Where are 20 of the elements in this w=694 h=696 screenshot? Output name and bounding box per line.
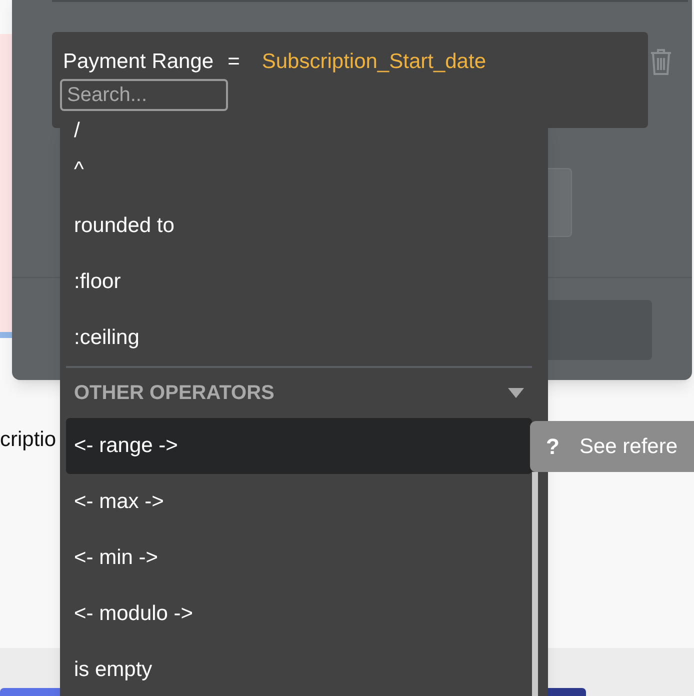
dropdown-item[interactable]: ^ xyxy=(66,142,532,198)
dropdown-item[interactable]: / xyxy=(66,120,532,142)
help-icon: ? xyxy=(546,430,560,463)
dropdown-item[interactable]: <- range -> xyxy=(66,418,532,474)
dropdown-item[interactable]: :floor xyxy=(66,254,532,310)
dropdown-item[interactable]: is empty xyxy=(66,642,532,696)
operator: = xyxy=(228,49,240,75)
caret-down-icon xyxy=(508,388,524,398)
dropdown-item[interactable]: <- max -> xyxy=(66,474,532,530)
field-value[interactable]: Subscription_Start_date xyxy=(262,46,486,78)
search-field[interactable]: Search... xyxy=(60,79,228,111)
dropdown-item[interactable]: <- modulo -> xyxy=(66,586,532,642)
trash-icon xyxy=(649,48,673,76)
field-name: Payment Range xyxy=(63,49,214,75)
dropdown-item[interactable]: rounded to xyxy=(66,198,532,254)
page-text: criptio xyxy=(0,427,56,453)
dropdown-item[interactable]: :ceiling xyxy=(66,310,532,366)
section-header[interactable]: OTHER OPERATORS xyxy=(66,368,532,418)
tooltip-text: See refere xyxy=(579,434,678,460)
dropdown-item[interactable]: <- min -> xyxy=(66,530,532,586)
